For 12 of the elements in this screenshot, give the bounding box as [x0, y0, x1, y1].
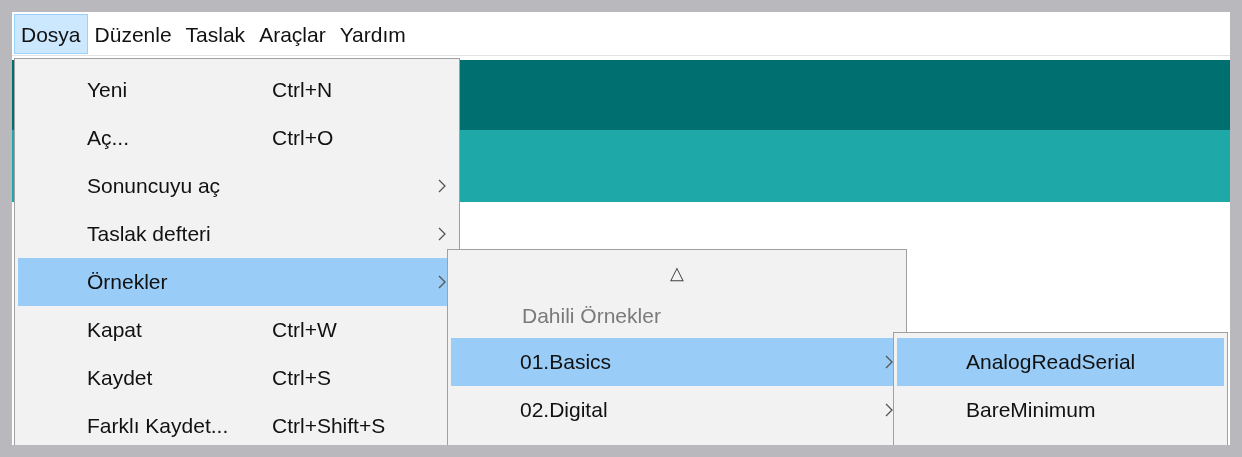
menu-section-header: Dahili Örnekler	[522, 304, 661, 328]
menu-item[interactable]: Aç... Ctrl+O	[18, 114, 456, 162]
menu-bar-item[interactable]: Taslak	[178, 13, 253, 54]
menu-item[interactable]: Taslak defteri	[18, 210, 456, 258]
menu-item[interactable]: Sonuncuyu aç	[18, 162, 456, 210]
menu-bar-item[interactable]: Araçlar	[252, 13, 333, 54]
scroll-up-arrow[interactable]: △	[670, 262, 684, 284]
menu-bar-item[interactable]: Yardım	[332, 13, 413, 54]
menu-bar-item[interactable]: Dosya	[14, 13, 88, 54]
menu-item[interactable]: Yeni Ctrl+N	[18, 66, 456, 114]
menu-bar-item[interactable]: Düzenle	[87, 13, 179, 54]
menu-item[interactable]: AnalogReadSerial	[897, 338, 1224, 386]
